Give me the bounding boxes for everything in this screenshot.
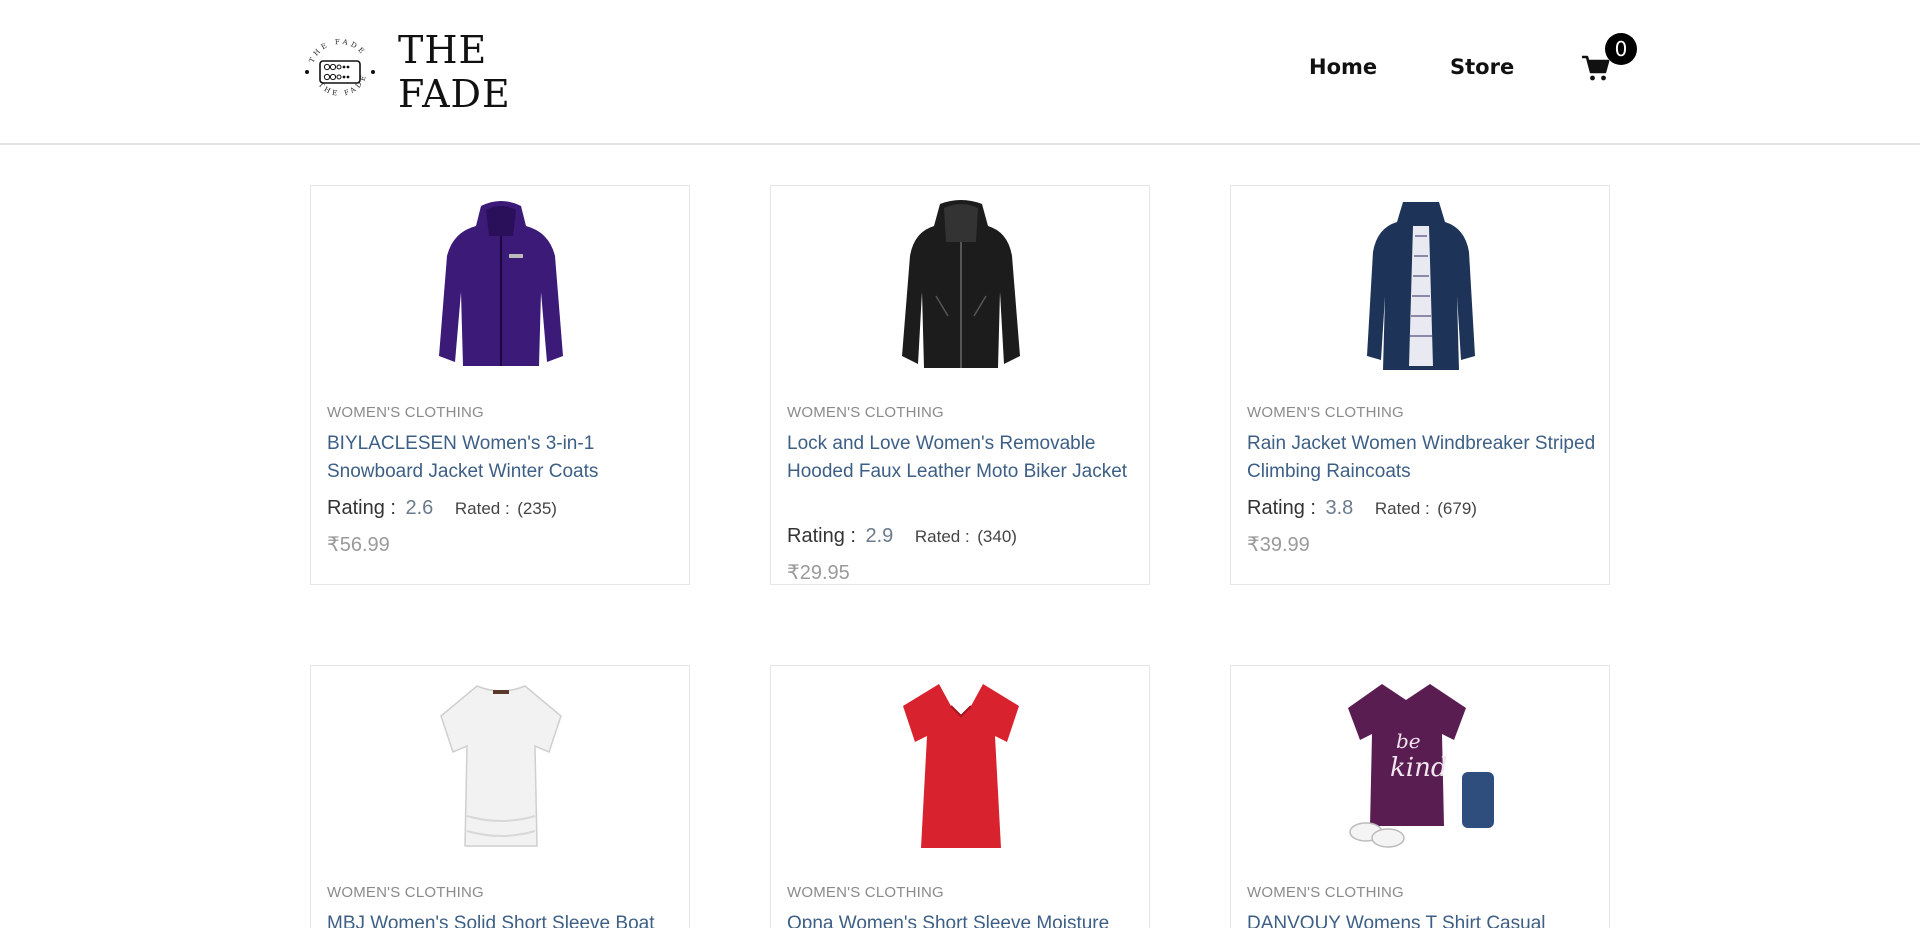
rating-label: Rating : — [327, 497, 396, 519]
product-image[interactable] — [771, 666, 1151, 866]
svg-text:THE FADE: THE FADE — [308, 38, 368, 64]
product-price: ₹39.99 — [1247, 534, 1310, 556]
brand-name: THE FADE — [398, 28, 511, 116]
cart-icon[interactable] — [1580, 53, 1610, 83]
rating-value: 2.6 — [405, 497, 434, 519]
svg-text:be: be — [1396, 729, 1421, 753]
product-category: WOMEN'S CLOTHING — [787, 884, 944, 901]
product-rating: Rating : 3.8 Rated : (679) — [1247, 497, 1477, 520]
product-category: WOMEN'S CLOTHING — [327, 404, 484, 421]
rated-label: Rated : — [1374, 499, 1430, 518]
product-category: WOMEN'S CLOTHING — [1247, 404, 1404, 421]
product-rating: Rating : 2.9 Rated : (340) — [787, 525, 1017, 548]
navy-raincoat-icon — [1367, 202, 1475, 370]
rated-label: Rated : — [914, 527, 970, 546]
product-image[interactable]: be kind — [1231, 666, 1611, 866]
purple-jacket-icon — [439, 201, 563, 366]
rated-count: (679) — [1437, 499, 1477, 518]
brand-logo[interactable]: THE FADE THE FADE THE FADE — [300, 28, 600, 116]
product-price: ₹56.99 — [327, 534, 390, 556]
product-title-link[interactable]: BIYLACLESEN Women's 3-in-1 Snowboard Jac… — [327, 430, 677, 486]
product-image[interactable] — [311, 186, 691, 386]
rating-label: Rating : — [787, 525, 856, 547]
product-title-link[interactable]: Lock and Love Women's Removable Hooded F… — [787, 430, 1137, 486]
purple-be-kind-tshirt-icon: be kind — [1348, 684, 1494, 848]
product-image[interactable] — [771, 186, 1151, 386]
rating-value: 2.9 — [865, 525, 894, 547]
site-header: THE FADE THE FADE THE FADE Home Store 0 — [0, 0, 1920, 145]
white-top-icon — [440, 685, 562, 847]
cart-count-badge: 0 — [1605, 33, 1637, 65]
black-leather-jacket-icon — [902, 200, 1020, 368]
svg-text:kind: kind — [1390, 753, 1447, 783]
red-tshirt-icon — [903, 684, 1019, 848]
product-rating: Rating : 2.6 Rated : (235) — [327, 497, 557, 520]
rating-value: 3.8 — [1325, 497, 1354, 519]
product-card[interactable]: WOMEN'S CLOTHING Lock and Love Women's R… — [770, 185, 1150, 585]
product-image[interactable] — [311, 666, 691, 866]
product-category: WOMEN'S CLOTHING — [787, 404, 944, 421]
nav-home-link[interactable]: Home — [1309, 55, 1377, 79]
product-card[interactable]: be kind WOMEN'S CLOTHING DANVOUY Womens … — [1230, 665, 1610, 928]
product-title-link[interactable]: Rain Jacket Women Windbreaker Striped Cl… — [1247, 430, 1597, 486]
rated-count: (340) — [977, 527, 1017, 546]
rated-count: (235) — [517, 499, 557, 518]
product-card[interactable]: WOMEN'S CLOTHING BIYLACLESEN Women's 3-i… — [310, 185, 690, 585]
product-category: WOMEN'S CLOTHING — [1247, 884, 1404, 901]
product-title-link[interactable]: Opna Women's Short Sleeve Moisture — [787, 910, 1137, 928]
product-card[interactable]: WOMEN'S CLOTHING MBJ Women's Solid Short… — [310, 665, 690, 928]
product-card[interactable]: WOMEN'S CLOTHING Rain Jacket Women Windb… — [1230, 185, 1610, 585]
product-image[interactable] — [1231, 186, 1611, 386]
product-title-link[interactable]: DANVOUY Womens T Shirt Casual Cotton Sho… — [1247, 910, 1597, 928]
nav-store-link[interactable]: Store — [1450, 55, 1514, 79]
product-title-link[interactable]: MBJ Women's Solid Short Sleeve Boat Neck… — [327, 910, 677, 928]
rated-label: Rated : — [454, 499, 510, 518]
product-price: ₹29.95 — [787, 562, 850, 584]
product-card[interactable]: WOMEN'S CLOTHING Opna Women's Short Slee… — [770, 665, 1150, 928]
logo-mark-icon: THE FADE THE FADE — [300, 32, 380, 112]
rating-label: Rating : — [1247, 497, 1316, 519]
product-category: WOMEN'S CLOTHING — [327, 884, 484, 901]
